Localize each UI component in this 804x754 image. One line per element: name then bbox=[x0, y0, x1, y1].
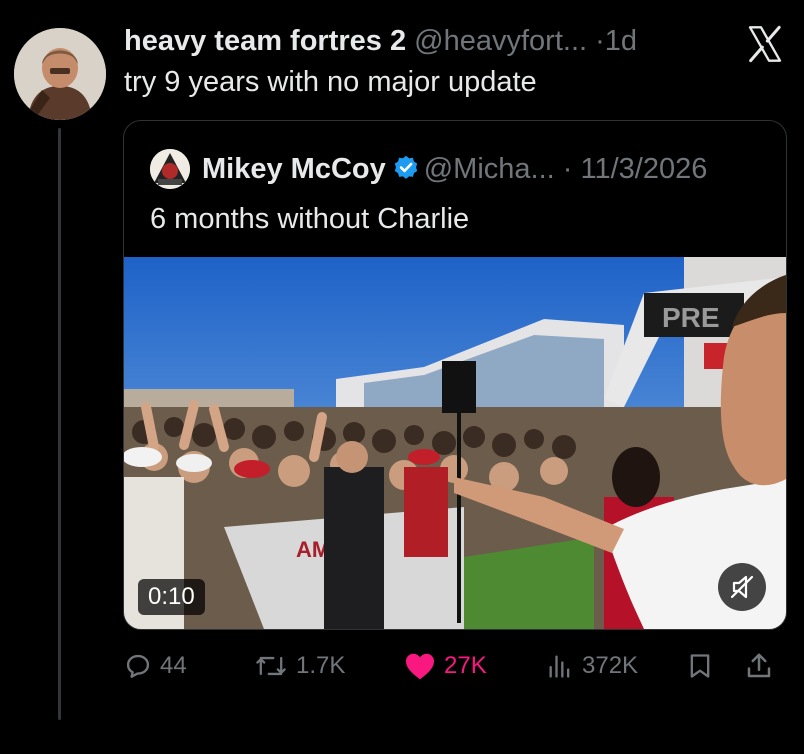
quoted-post-text: 6 months without Charlie bbox=[150, 203, 470, 235]
bookmark-icon bbox=[690, 654, 710, 678]
heavy-portrait-icon bbox=[14, 28, 106, 120]
mute-icon bbox=[730, 575, 754, 599]
bookmark-button[interactable] bbox=[686, 646, 722, 686]
quoted-separator: · bbox=[562, 153, 573, 185]
share-button[interactable] bbox=[744, 646, 782, 686]
x-logo-icon[interactable] bbox=[744, 24, 786, 64]
video-player[interactable]: PRE AME 0:10 bbox=[124, 257, 786, 629]
time-separator: · bbox=[595, 25, 605, 57]
video-frame-image: PRE AME bbox=[124, 257, 786, 629]
like-count: 27K bbox=[444, 652, 487, 679]
verified-badge-icon bbox=[394, 155, 417, 179]
author-avatar[interactable] bbox=[14, 28, 106, 120]
views-button[interactable]: 372K bbox=[546, 646, 638, 686]
post-timestamp[interactable]: 1d bbox=[605, 25, 637, 57]
tent-sign-text: PRE bbox=[662, 302, 720, 333]
quoted-avatar-image bbox=[150, 149, 190, 189]
post-header: heavy team fortres 2 @heavyfort... ·1d bbox=[124, 24, 637, 58]
video-duration: 0:10 bbox=[138, 579, 205, 615]
repost-button[interactable]: 1.7K bbox=[254, 646, 345, 686]
quoted-author-display-name[interactable]: Mikey McCoy bbox=[202, 153, 386, 185]
reply-button[interactable]: 44 bbox=[124, 646, 187, 686]
quoted-post-header: Mikey McCoy @Micha... · 11/3/2026 bbox=[202, 151, 707, 187]
view-count: 372K bbox=[582, 652, 639, 679]
reply-icon bbox=[126, 654, 150, 678]
quoted-post-card[interactable]: Mikey McCoy @Micha... · 11/3/2026 6 mont… bbox=[123, 120, 787, 630]
heart-icon bbox=[406, 653, 434, 680]
quoted-author-avatar[interactable] bbox=[150, 149, 190, 189]
share-icon bbox=[747, 653, 771, 678]
author-display-name[interactable]: heavy team fortres 2 bbox=[124, 25, 406, 57]
repost-icon bbox=[256, 656, 286, 676]
views-icon bbox=[549, 655, 570, 678]
author-handle[interactable]: @heavyfort... bbox=[414, 25, 587, 57]
thread-line bbox=[58, 128, 61, 720]
quoted-author-handle[interactable]: @Micha... bbox=[424, 153, 555, 185]
like-button[interactable]: 27K bbox=[404, 646, 487, 686]
action-bar: 44 1.7K 27K 372K bbox=[0, 646, 804, 686]
mute-button[interactable] bbox=[718, 563, 766, 611]
reply-count: 44 bbox=[160, 652, 187, 679]
quoted-post-date[interactable]: 11/3/2026 bbox=[581, 153, 708, 185]
repost-count: 1.7K bbox=[296, 652, 346, 679]
post-text: try 9 years with no major update bbox=[124, 66, 537, 98]
